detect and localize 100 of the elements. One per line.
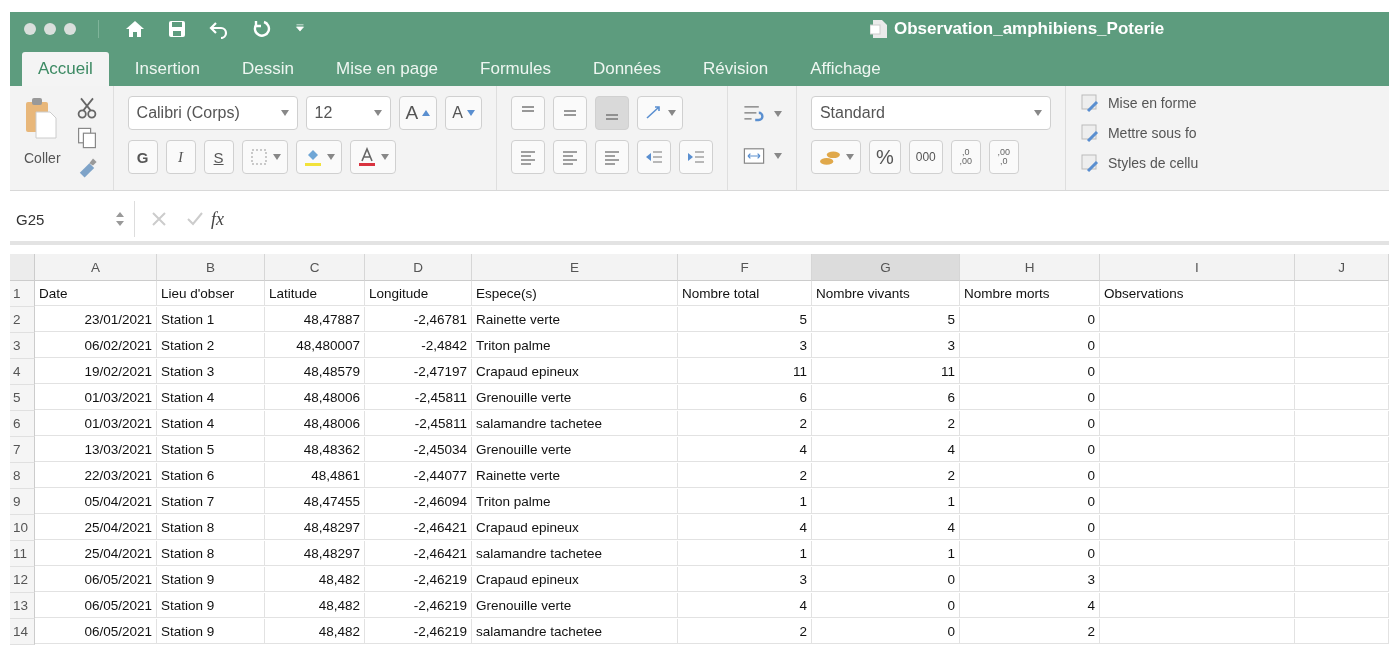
fill-color-button[interactable] [295, 140, 342, 174]
align-button[interactable] [594, 140, 629, 174]
column-header[interactable]: G [812, 254, 960, 281]
window-control[interactable] [44, 23, 56, 35]
table-cell: 11 [678, 359, 812, 384]
table-cell: Crapaud epineux [472, 359, 678, 384]
column-header[interactable]: F [678, 254, 812, 281]
borders-button[interactable] [241, 140, 288, 174]
vertical-align-button[interactable] [510, 96, 545, 130]
caret-icon [380, 154, 389, 160]
table-cell: -2,46421 [365, 541, 472, 566]
function-label[interactable]: fx [211, 208, 224, 230]
row-header[interactable]: 3 [10, 333, 35, 359]
paste-label[interactable]: Coller [24, 150, 61, 166]
row-header[interactable]: 8 [10, 463, 35, 489]
table-cell: 2 [812, 411, 960, 436]
text-format-button[interactable]: S [203, 140, 234, 174]
column-header[interactable]: C [265, 254, 365, 281]
column-header[interactable]: I [1100, 254, 1295, 281]
indent-button[interactable] [678, 140, 713, 174]
column-header[interactable]: H [960, 254, 1100, 281]
row-header[interactable]: 14 [10, 619, 35, 645]
table-cell: 05/04/2021 [35, 489, 157, 514]
text-format-button[interactable]: I [165, 140, 196, 174]
row-header[interactable]: 1 [10, 281, 35, 307]
styles-menu-item[interactable]: Mettre sous fo [1079, 120, 1199, 146]
style-brush-icon[interactable] [1079, 93, 1100, 113]
align-button[interactable] [552, 140, 587, 174]
increase-font-button[interactable]: A [398, 96, 438, 130]
table-cell: Triton palme [472, 333, 678, 358]
table-cell: Station 5 [157, 437, 265, 462]
style-brush-icon[interactable] [1079, 123, 1100, 143]
caret-icon [667, 110, 676, 116]
increase-decimal-button[interactable]: ,0 ,00 [950, 140, 981, 174]
font-color-icon[interactable] [356, 147, 377, 167]
table-cell: Station 4 [157, 411, 265, 436]
row-header[interactable]: 2 [10, 307, 35, 333]
table-cell: -2,45034 [365, 437, 472, 462]
table-cell: Station 9 [157, 619, 265, 644]
undo-icon[interactable] [209, 19, 229, 39]
ribbon-tab[interactable]: Accueil [22, 52, 109, 86]
row-header[interactable]: 4 [10, 359, 35, 385]
column-header[interactable]: J [1295, 254, 1389, 281]
column-header[interactable]: D [365, 254, 472, 281]
table-cell: 1 [678, 489, 812, 514]
table-cell: 06/05/2021 [35, 619, 157, 644]
window-control[interactable] [64, 23, 76, 35]
number-format-field[interactable]: Standard [810, 96, 1051, 130]
table-cell: 0 [960, 359, 1100, 384]
table-cell: Station 8 [157, 515, 265, 540]
vertical-align-button[interactable] [594, 96, 629, 130]
table-cell: -2,46094 [365, 489, 472, 514]
styles-menu-item[interactable]: Mise en forme [1079, 90, 1199, 116]
decrease-font-button[interactable]: A [445, 96, 482, 130]
table-cell: Station 9 [157, 593, 265, 618]
home-icon[interactable] [125, 19, 145, 39]
orientation-button[interactable] [636, 96, 683, 130]
style-brush-icon[interactable] [1079, 153, 1100, 173]
name-box[interactable]: G25 [10, 201, 135, 237]
row-header[interactable]: 11 [10, 541, 35, 567]
table-cell: Triton palme [472, 489, 678, 514]
align-button[interactable] [510, 140, 545, 174]
table-cell: 11 [812, 359, 960, 384]
table-cell: 01/03/2021 [35, 385, 157, 410]
row-header[interactable]: 9 [10, 489, 35, 515]
table-cell: 48,482 [265, 593, 365, 618]
row-header[interactable]: 5 [10, 385, 35, 411]
borders-icon[interactable] [248, 147, 269, 167]
column-header[interactable]: B [157, 254, 265, 281]
font-color-button[interactable] [349, 140, 396, 174]
row-header[interactable]: 10 [10, 515, 35, 541]
table-cell: Grenouille verte [472, 437, 678, 462]
thousands-button[interactable]: 000 [908, 140, 943, 174]
percent-button[interactable]: % [868, 140, 901, 174]
indent-button[interactable] [636, 140, 671, 174]
column-header[interactable]: E [472, 254, 678, 281]
font-name-field[interactable]: Calibri (Corps) [127, 96, 298, 130]
table-cell: 0 [960, 411, 1100, 436]
window-control[interactable] [24, 23, 36, 35]
paint-bucket-icon[interactable] [302, 147, 323, 167]
row-header[interactable]: 13 [10, 593, 35, 619]
row-header[interactable]: 6 [10, 411, 35, 437]
caret-icon [326, 154, 335, 160]
stepper-icon[interactable] [116, 211, 124, 227]
text-format-button[interactable]: G [127, 140, 158, 174]
font-size-field[interactable]: 12 [305, 96, 391, 130]
table-cell: salamandre tachetee [472, 411, 678, 436]
vertical-align-button[interactable] [552, 96, 587, 130]
save-icon[interactable] [167, 19, 187, 39]
table-cell: Espece(s) [472, 281, 678, 306]
column-header[interactable]: A [35, 254, 157, 281]
decrease-decimal-button[interactable]: ,00 ,0 [988, 140, 1019, 174]
row-header[interactable]: 12 [10, 567, 35, 593]
table-cell: 48,482 [265, 567, 365, 592]
caret-icon [845, 154, 854, 160]
styles-menu-item[interactable]: Styles de cellu [1079, 150, 1199, 176]
currency-button[interactable] [810, 140, 861, 174]
row-header[interactable]: 7 [10, 437, 35, 463]
redo-icon[interactable] [251, 19, 271, 39]
caret-icon [1033, 110, 1042, 116]
